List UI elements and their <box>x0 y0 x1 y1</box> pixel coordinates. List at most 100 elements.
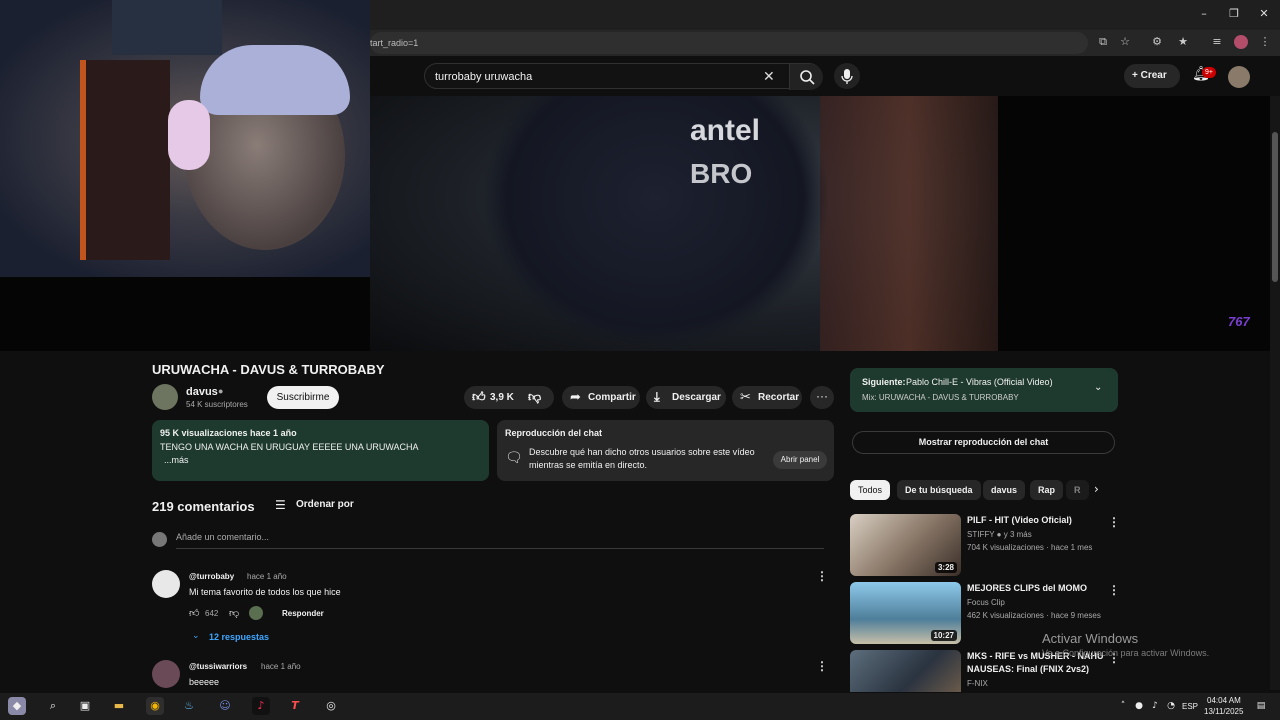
dislike-icon[interactable]: 👎︎ <box>528 386 541 409</box>
open-panel-button[interactable]: Abrir panel <box>773 451 827 469</box>
tiktok-icon[interactable]: ♪ <box>252 697 270 715</box>
voice-search-button[interactable] <box>834 63 860 89</box>
up-next-card[interactable]: Siguiente: Pablo Chill-E - Vibras (Offic… <box>850 368 1118 412</box>
create-button[interactable]: + Crear <box>1124 64 1180 88</box>
comment-menu-icon[interactable]: ⋮ <box>816 659 828 673</box>
related-thumbnail[interactable]: 3:28 <box>850 514 961 576</box>
start-menu-icon[interactable]: ◆ <box>8 697 26 715</box>
webcam-window-background <box>112 0 222 55</box>
file-explorer-icon[interactable]: ▬ <box>110 697 128 715</box>
notification-center-icon[interactable]: ▤ <box>1252 697 1270 715</box>
comment-time[interactable]: hace 1 año <box>247 572 287 581</box>
comment-like-icon[interactable]: 👍︎ <box>189 607 199 619</box>
related-thumbnail[interactable] <box>850 650 961 692</box>
task-view-icon[interactable]: ▣ <box>76 697 94 715</box>
chip-rap[interactable]: Rap <box>1030 480 1064 500</box>
install-app-icon[interactable]: ⧉ <box>1096 35 1110 49</box>
chevron-down-icon[interactable]: ⌄ <box>192 631 200 641</box>
search-input[interactable]: turrobaby uruwacha <box>435 64 532 90</box>
download-button[interactable]: ⤓ Descargar <box>646 386 726 409</box>
steam-icon[interactable]: ♨ <box>180 697 198 715</box>
minimize-icon[interactable]: – <box>1196 6 1212 22</box>
comment-author[interactable]: @turrobaby <box>189 572 234 581</box>
scissors-icon: ✂ <box>740 390 751 405</box>
network-icon[interactable]: ◔ <box>1162 697 1180 715</box>
channel-avatar[interactable] <box>152 384 178 410</box>
like-count[interactable]: 3,9 K <box>490 386 514 409</box>
up-next-mix: Mix: URUWACHA - DAVUS & TURROBABY <box>862 393 1019 402</box>
related-title[interactable]: MEJORES CLIPS del MOMO <box>967 582 1107 595</box>
close-icon[interactable]: ✕ <box>1256 6 1272 22</box>
create-label: Crear <box>1140 70 1167 81</box>
restore-icon[interactable]: ❐ <box>1226 6 1242 22</box>
related-menu-icon[interactable]: ⋮ <box>1108 583 1120 597</box>
related-thumbnail[interactable]: 10:27 <box>850 582 961 644</box>
comment-count: 219 comentarios <box>152 499 255 514</box>
account-avatar[interactable] <box>1228 66 1250 88</box>
comment-author[interactable]: @tussiwarriors <box>189 662 247 671</box>
search-button[interactable] <box>789 64 823 90</box>
related-title[interactable]: PILF - HIT (Video Oficial) <box>967 514 1107 527</box>
user-avatar <box>152 532 167 547</box>
add-comment-input[interactable]: Añade un comentario... <box>176 532 824 549</box>
verified-icon: ● <box>218 386 224 396</box>
channel-name[interactable]: davus <box>186 386 218 398</box>
subscribe-button[interactable]: Suscribirme <box>267 386 339 409</box>
video-jersey-logo: antel <box>690 114 761 147</box>
subscriber-count: 54 K suscriptores <box>186 400 248 409</box>
share-button[interactable]: ➦ Compartir <box>562 386 640 409</box>
comment-avatar[interactable] <box>152 570 180 598</box>
extension-icon[interactable]: ⚙ <box>1150 35 1164 49</box>
related-channel[interactable]: STIFFY ● y 3 más <box>967 530 1032 539</box>
show-chat-replay-button[interactable]: Mostrar reproducción del chat <box>852 431 1115 454</box>
favorites-icon[interactable]: ★ <box>1176 35 1190 49</box>
description-box[interactable]: 95 K visualizaciones hace 1 año TENGO UN… <box>152 420 489 481</box>
chip-davus[interactable]: davus <box>983 480 1026 500</box>
chip-from-search[interactable]: De tu búsqueda <box>897 480 981 500</box>
address-bar[interactable]: tart_radio=1 <box>370 32 1088 54</box>
discord-icon[interactable]: ☺ <box>216 697 234 715</box>
app-tf-icon[interactable]: T <box>286 697 304 715</box>
related-meta: 462 K visualizaciones · hace 9 meses <box>967 611 1101 620</box>
chrome-icon[interactable]: ◉ <box>146 697 164 715</box>
chevron-right-icon[interactable]: › <box>1094 482 1099 496</box>
related-channel[interactable]: Focus Clip <box>967 598 1005 607</box>
comment-dislike-icon[interactable]: 👎︎ <box>229 607 239 619</box>
comment-text: beeeee <box>189 677 220 687</box>
profile-icon[interactable] <box>1234 35 1248 49</box>
replies-toggle[interactable]: 12 respuestas <box>209 632 269 642</box>
plus-icon: + <box>1132 70 1141 81</box>
like-icon[interactable]: 👍︎ <box>472 386 486 409</box>
browser-menu-icon[interactable]: ⋮ <box>1258 35 1272 49</box>
comment-time[interactable]: hace 1 año <box>261 662 301 671</box>
show-more-link[interactable]: ...más <box>164 455 189 465</box>
search-icon <box>800 70 815 85</box>
clock-time[interactable]: 04:04 AM <box>1207 696 1241 705</box>
search-box[interactable]: turrobaby uruwacha ✕ <box>424 63 823 90</box>
clip-button[interactable]: ✂ Recortar <box>732 386 802 409</box>
search-icon[interactable]: ⌕ <box>44 697 62 715</box>
sort-icon[interactable]: ☰ <box>275 498 286 512</box>
reply-button[interactable]: Responder <box>282 609 324 618</box>
scrollbar-thumb[interactable] <box>1272 132 1278 282</box>
language-indicator[interactable]: ESP <box>1182 702 1198 711</box>
related-menu-icon[interactable]: ⋮ <box>1108 515 1120 529</box>
creator-heart-avatar <box>249 606 263 620</box>
clear-search-icon[interactable]: ✕ <box>763 64 775 90</box>
obs-icon[interactable]: ◎ <box>322 697 340 715</box>
comment-avatar[interactable] <box>152 660 180 688</box>
media-control-icon[interactable]: ≡ <box>1210 35 1224 49</box>
chevron-down-icon[interactable]: ⌄ <box>1094 382 1102 393</box>
related-channel[interactable]: F-NIX <box>967 679 988 688</box>
comment-menu-icon[interactable]: ⋮ <box>816 569 828 583</box>
comment-text: Mi tema favorito de todos los que hice <box>189 587 341 597</box>
chip-all[interactable]: Todos <box>850 480 891 500</box>
bookmark-star-icon[interactable]: ☆ <box>1118 35 1132 49</box>
clock-date[interactable]: 13/11/2025 <box>1204 707 1243 716</box>
page-scrollbar[interactable] <box>1270 96 1280 690</box>
more-actions-button[interactable]: ··· <box>810 386 834 409</box>
chip-more[interactable]: R <box>1066 480 1089 500</box>
chat-replay-box: Reproducción del chat 🗨︎ Descubre qué ha… <box>497 420 834 481</box>
webcam-headset <box>168 100 210 170</box>
sort-button[interactable]: Ordenar por <box>296 499 354 510</box>
